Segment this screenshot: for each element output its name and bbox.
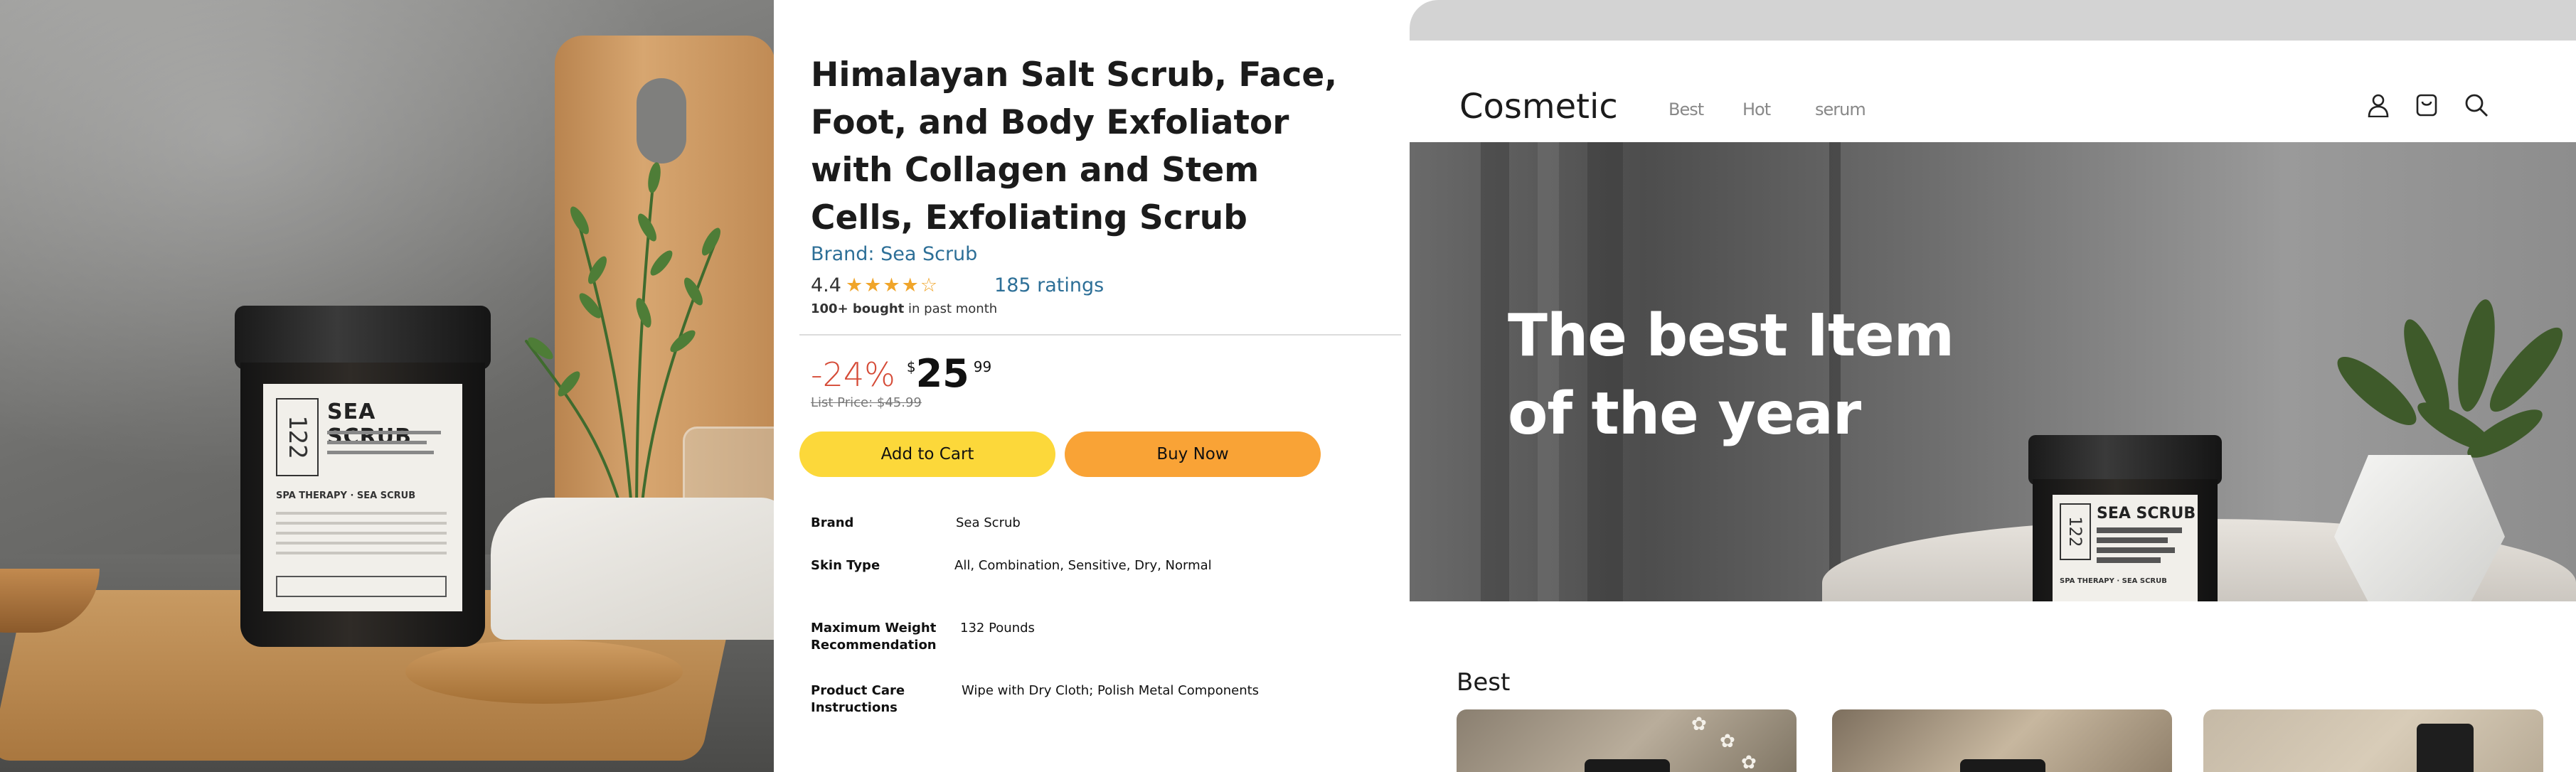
hero-headline: The best Item of the year (1508, 302, 1954, 448)
jar-label: 122 SEA SCRUB SPA THERAPY · SEA SCRUB (263, 384, 462, 611)
label-line (2097, 537, 2168, 543)
jar-lid (235, 306, 491, 370)
bought-info: 100+ bought in past month (811, 301, 997, 316)
card-jar-image (1960, 759, 2045, 772)
divider (799, 334, 1401, 336)
spec-value: All, Combination, Sensitive, Dry, Normal (954, 558, 1212, 573)
jar-label-subtitle: SPA THERAPY · SEA SCRUB (2060, 577, 2167, 585)
star-full-icon: ★ (883, 274, 900, 296)
rating-row: 4.4 ★ ★ ★ ★ ☆ 185 ratings (811, 274, 1104, 296)
flower-icon: ✿ (1720, 731, 1735, 752)
buy-now-button[interactable]: Buy Now (1065, 431, 1321, 477)
spec-key: Skin Type (811, 558, 880, 573)
card-bottle-image (2417, 724, 2474, 772)
label-text-line (276, 552, 447, 554)
price-whole: 25 (915, 351, 969, 396)
label-text-line (276, 512, 447, 515)
product-photo: 122 SEA SCRUB SPA THERAPY · SEA SCRUB (0, 0, 774, 772)
star-rating[interactable]: ★ ★ ★ ★ ☆ (846, 274, 937, 296)
label-text-line (276, 542, 447, 545)
spec-value: Sea Scrub (956, 515, 1021, 530)
add-to-cart-button[interactable]: Add to Cart (799, 431, 1055, 477)
product-card[interactable] (1832, 709, 2172, 772)
product-detail-panel: Himalayan Salt Scrub, Face, Foot, and Bo… (774, 0, 1410, 772)
product-title: Himalayan Salt Scrub, Face, Foot, and Bo… (811, 55, 1338, 237)
product-card[interactable] (2203, 709, 2543, 772)
flower-icon: ✿ (1691, 714, 1707, 735)
label-text-line (276, 522, 447, 525)
label-line (2097, 557, 2161, 563)
star-full-icon: ★ (901, 274, 919, 296)
hero-scrub-jar: 122 SEA SCRUB SPA THERAPY · SEA SCRUB (2028, 435, 2222, 601)
bag-icon[interactable] (2412, 91, 2441, 119)
user-icon[interactable] (2364, 91, 2393, 119)
white-vase (2334, 455, 2505, 601)
jar-label-subtitle: SPA THERAPY · SEA SCRUB (276, 490, 416, 501)
white-towel (491, 498, 774, 640)
browser-top-bar (1410, 0, 2576, 41)
card-jar-image (1585, 759, 1670, 772)
jar-label-number: 122 (276, 398, 319, 476)
label-footer-box (276, 576, 447, 597)
star-full-icon: ★ (845, 274, 863, 296)
brand-link[interactable]: Brand: Sea Scrub (811, 243, 977, 265)
rating-value: 4.4 (811, 274, 841, 296)
spec-key: Maximum Weight Recommendation (811, 621, 937, 653)
flower-icon: ✿ (1741, 752, 1757, 772)
jar-label-number: 122 (2060, 503, 2091, 560)
price-fraction: 99 (973, 358, 992, 375)
bought-period: in past month (904, 301, 998, 316)
bought-count: 100+ bought (811, 301, 905, 316)
jar-lid (2028, 435, 2222, 485)
label-text-line (276, 532, 447, 535)
ratings-count-link[interactable]: 185 ratings (994, 274, 1104, 296)
round-wooden-board (405, 640, 683, 704)
discount-percent: -24% (811, 355, 895, 394)
jar-label: 122 SEA SCRUB SPA THERAPY · SEA SCRUB (2053, 495, 2198, 601)
site-logo[interactable]: Cosmetic (1459, 87, 1618, 127)
website-mockup: Cosmetic Best Hot serum 122 SEA SCRUB SP… (1410, 0, 2576, 772)
nav-item-best[interactable]: Best (1668, 100, 1704, 119)
label-line (327, 431, 441, 434)
label-line (2097, 547, 2175, 553)
product-card[interactable]: ✿ ✿ ✿ (1457, 709, 1797, 772)
curtain-fold (1481, 142, 1509, 601)
hero-banner: 122 SEA SCRUB SPA THERAPY · SEA SCRUB Th… (1410, 142, 2576, 601)
spec-key: Brand (811, 515, 854, 530)
list-price: List Price: $45.99 (811, 395, 922, 410)
spec-key: Product Care Instructions (811, 683, 905, 715)
jar-label-title: SEA SCRUB (2097, 505, 2196, 522)
label-line (327, 451, 434, 454)
label-line (327, 441, 427, 444)
label-line (2097, 527, 2182, 533)
section-title-best: Best (1457, 668, 1511, 697)
search-icon[interactable] (2462, 91, 2491, 119)
star-half-icon: ☆ (920, 274, 938, 296)
star-full-icon: ★ (864, 274, 882, 296)
scrub-jar: 122 SEA SCRUB SPA THERAPY · SEA SCRUB (235, 306, 491, 647)
price-currency: $ (906, 358, 916, 375)
spec-value: 132 Pounds (960, 621, 1035, 636)
nav-item-hot[interactable]: Hot (1742, 100, 1771, 119)
price-row: -24% $ 25 99 (811, 351, 991, 397)
nav-item-serum[interactable]: serum (1815, 100, 1866, 119)
spec-value: Wipe with Dry Cloth; Polish Metal Compon… (962, 683, 1260, 698)
